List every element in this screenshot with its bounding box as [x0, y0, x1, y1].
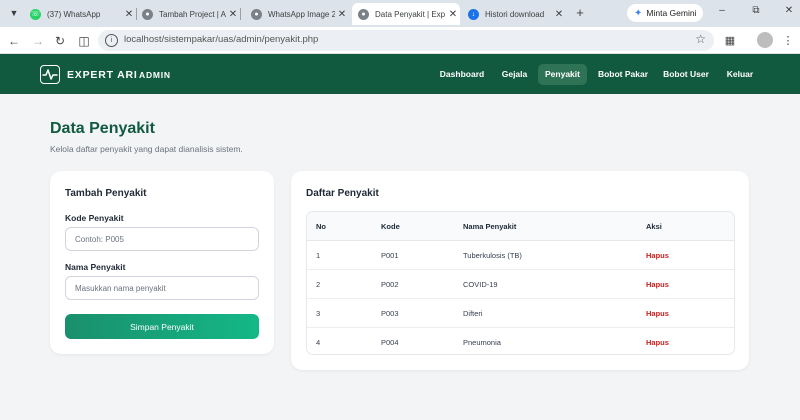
- column-header-no: No: [316, 222, 326, 231]
- split-view-icon[interactable]: ◫: [76, 33, 92, 49]
- cell-kode: P004: [381, 338, 399, 347]
- disease-code-input[interactable]: [65, 227, 259, 251]
- close-icon[interactable]: ✕: [446, 9, 460, 20]
- minimize-icon[interactable]: –: [714, 5, 730, 16]
- close-icon[interactable]: ✕: [552, 9, 566, 20]
- globe-icon: ●: [142, 8, 153, 20]
- column-header-nama: Nama Penyakit: [463, 222, 517, 231]
- page-title: Data Penyakit: [50, 120, 155, 137]
- cell-nama: COVID-19: [463, 280, 498, 289]
- gemini-label: Minta Gemini: [646, 8, 697, 18]
- address-bar[interactable]: i localhost/sistempakar/uas/admin/penyak…: [98, 30, 714, 51]
- browser-tab-data-penyakit[interactable]: ● Data Penyakit | Exp ✕: [352, 3, 460, 25]
- table-row: 2 P002 COVID-19 Hapus: [307, 270, 734, 299]
- globe-icon: ●: [358, 8, 369, 20]
- pulse-icon: [40, 65, 60, 84]
- disease-name-input[interactable]: [65, 276, 259, 300]
- browser-tab-histori-download[interactable]: ↓ Histori download ✕: [462, 3, 566, 25]
- tab-title: Tambah Project | Ad: [159, 9, 226, 19]
- brand-role: ADMIN: [139, 70, 171, 80]
- disease-list-card: Daftar Penyakit No Kode Nama Penyakit Ak…: [291, 171, 749, 370]
- cell-no: 3: [316, 309, 321, 318]
- disease-table: No Kode Nama Penyakit Aksi 1 P001 Tuberk…: [306, 211, 735, 355]
- browser-toolbar: ← → ↻ ◫ i localhost/sistempakar/uas/admi…: [0, 27, 800, 54]
- profile-avatar[interactable]: [757, 32, 773, 48]
- tab-search-chevron-icon[interactable]: ▼: [5, 5, 23, 21]
- table-row: 1 P001 Tuberkulosis (TB) Hapus: [307, 241, 734, 270]
- whatsapp-icon: ☏: [30, 8, 41, 20]
- nav-bobot-user[interactable]: Bobot User: [661, 64, 711, 85]
- tab-title: Histori download: [485, 9, 545, 19]
- browser-tab-whatsapp-image[interactable]: ● WhatsApp Image 20 ✕: [245, 3, 349, 25]
- close-icon[interactable]: ✕: [122, 9, 136, 20]
- gemini-sparkle-icon: ✦: [634, 7, 643, 19]
- cell-kode: P003: [381, 309, 399, 318]
- url-text[interactable]: localhost/sistempakar/uas/admin/penyakit…: [124, 34, 318, 45]
- cell-nama: Tuberkulosis (TB): [463, 251, 522, 260]
- delete-link[interactable]: Hapus: [646, 251, 669, 260]
- nav-keluar[interactable]: Keluar: [724, 64, 756, 85]
- ask-gemini-button[interactable]: ✦ Minta Gemini: [627, 4, 703, 22]
- cell-no: 1: [316, 251, 321, 260]
- cell-kode: P001: [381, 251, 399, 260]
- delete-link[interactable]: Hapus: [646, 309, 669, 318]
- tab-title: Data Penyakit | Exp: [375, 9, 446, 19]
- browser-tab-whatsapp[interactable]: ☏ (37) WhatsApp ✕: [24, 3, 136, 25]
- extensions-icon[interactable]: ▦: [722, 33, 738, 49]
- cell-no: 2: [316, 280, 321, 289]
- table-header: No Kode Nama Penyakit Aksi: [307, 212, 734, 241]
- add-disease-card: Tambah Penyakit Kode Penyakit Nama Penya…: [50, 171, 274, 354]
- cell-nama: Pneumonia: [463, 338, 501, 347]
- delete-link[interactable]: Hapus: [646, 338, 669, 347]
- download-icon: ↓: [468, 8, 479, 20]
- delete-link[interactable]: Hapus: [646, 280, 669, 289]
- close-icon[interactable]: ✕: [226, 9, 240, 20]
- nav-bobot-pakar[interactable]: Bobot Pakar: [595, 64, 651, 85]
- nav-penyakit[interactable]: Penyakit: [538, 64, 587, 85]
- window-close-icon[interactable]: ✕: [781, 5, 797, 16]
- column-header-kode: Kode: [381, 222, 400, 231]
- nav-gejala[interactable]: Gejala: [497, 64, 532, 85]
- table-row: 3 P003 Difteri Hapus: [307, 299, 734, 328]
- browser-tab-tambah-project[interactable]: ● Tambah Project | Ad ✕: [136, 3, 240, 25]
- tab-title: (37) WhatsApp: [47, 9, 101, 19]
- form-title: Tambah Penyakit: [65, 188, 147, 199]
- browser-tab-strip: ▼ ☏ (37) WhatsApp ✕ ● Tambah Project | A…: [0, 0, 800, 27]
- name-label: Nama Penyakit: [65, 262, 126, 272]
- nav-dashboard[interactable]: Dashboard: [438, 64, 486, 85]
- column-header-aksi: Aksi: [646, 222, 662, 231]
- more-menu-icon[interactable]: ⋮: [780, 33, 796, 49]
- tab-divider: [240, 8, 241, 20]
- reload-icon[interactable]: ↻: [52, 33, 68, 49]
- new-tab-button[interactable]: +: [572, 5, 588, 21]
- site-info-icon[interactable]: i: [105, 34, 118, 47]
- save-disease-button[interactable]: Simpan Penyakit: [65, 314, 259, 339]
- tab-title: WhatsApp Image 20: [268, 9, 335, 19]
- cell-nama: Difteri: [463, 309, 483, 318]
- back-arrow-icon[interactable]: ←: [6, 33, 22, 49]
- cell-no: 4: [316, 338, 321, 347]
- restore-icon[interactable]: ⧉: [748, 5, 764, 16]
- close-icon[interactable]: ✕: [335, 9, 349, 20]
- app-header: EXPERT ARI ADMIN Dashboard Gejala Penyak…: [0, 54, 800, 94]
- page-subtitle: Kelola daftar penyakit yang dapat dianal…: [50, 144, 243, 154]
- cell-kode: P002: [381, 280, 399, 289]
- brand-name: EXPERT ARI: [67, 69, 138, 81]
- bookmark-star-icon[interactable]: ☆: [695, 32, 706, 46]
- forward-arrow-icon[interactable]: →: [30, 33, 46, 49]
- code-label: Kode Penyakit: [65, 213, 124, 223]
- list-title: Daftar Penyakit: [306, 188, 379, 199]
- table-row: 4 P004 Pneumonia Hapus: [307, 328, 734, 354]
- globe-icon: ●: [251, 8, 262, 20]
